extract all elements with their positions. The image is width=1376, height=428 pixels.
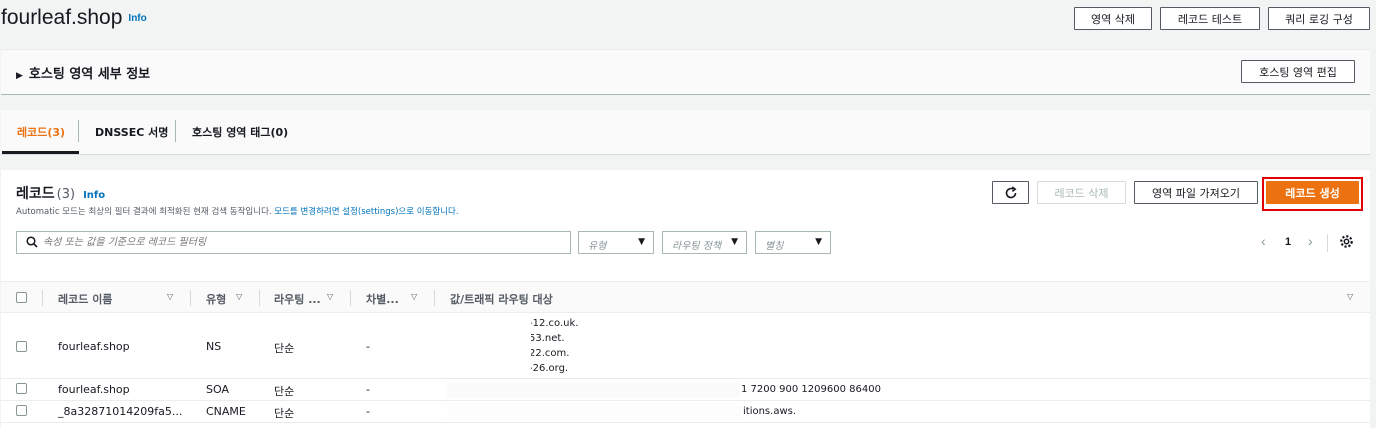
column-header-routing[interactable]: 라우팅 ...	[274, 291, 321, 307]
records-description: Automatic 모드는 최상의 필터 결과에 최적화된 현재 검색 동작입니…	[16, 205, 459, 217]
record-differentiator: -	[366, 405, 370, 418]
records-count: (3)	[56, 187, 76, 202]
record-value-line: 1 7200 900 1209600 86400	[741, 384, 881, 395]
row-checkbox[interactable]	[16, 383, 27, 394]
hosted-zone-details-panel: ▶ 호스팅 영역 세부 정보 호스팅 영역 편집	[1, 49, 1370, 95]
caret-down-icon: ▼	[731, 237, 738, 247]
chevron-right-icon[interactable]: ›	[1308, 233, 1313, 249]
column-divider	[259, 290, 260, 306]
record-routing: 단순	[274, 342, 295, 355]
column-divider	[190, 290, 191, 306]
page-title: fourleaf.shop Info	[1, 6, 147, 30]
routing-policy-filter-select[interactable]: 라우팅 정책 ▼	[662, 231, 747, 254]
records-panel: 레코드 (3) Info Automatic 모드는 최상의 필터 결과에 최적화된…	[1, 170, 1370, 428]
record-value-line: -12.co.uk.	[529, 318, 579, 329]
description-text: Automatic 모드는 최상의 필터 결과에 최적화된 현재 검색 동작입니…	[16, 207, 275, 217]
record-filter-search	[16, 231, 571, 254]
tab-bar: 레코드(3) DNSSEC 서명 호스팅 영역 태그(0)	[1, 110, 1370, 155]
column-header-name[interactable]: 레코드 이름	[58, 291, 112, 307]
routing-filter-label: 라우팅 정책	[672, 241, 722, 252]
page-header: fourleaf.shop Info 영역 삭제 레코드 테스트 쿼리 로깅 구성	[0, 0, 1376, 40]
table-header: 레코드 이름 ▽ 유형 ▽ 라우팅 ... ▽ 차별... ▽ 값/트래픽 라우…	[1, 281, 1370, 313]
sort-caret-icon[interactable]: ▽	[236, 292, 242, 301]
column-divider	[350, 290, 351, 306]
table-row[interactable]: fourleaf.shop NS 단순 - -12.co.uk. 53.net.…	[1, 314, 1370, 379]
alias-filter-select[interactable]: 별칭 ▼	[755, 231, 831, 254]
column-header-type[interactable]: 유형	[206, 291, 226, 307]
sort-caret-icon[interactable]: ▽	[167, 292, 173, 301]
caret-down-icon: ▼	[638, 237, 645, 247]
tab-active-indicator	[2, 151, 79, 154]
tab-tags[interactable]: 호스팅 영역 태그(0)	[192, 124, 288, 140]
tab-divider	[175, 120, 176, 142]
settings-icon[interactable]	[1339, 234, 1354, 249]
record-type: SOA	[206, 383, 229, 396]
query-logging-button[interactable]: 쿼리 로깅 구성	[1268, 7, 1370, 30]
record-value-line: -26.org.	[529, 363, 569, 374]
record-name: _8a32871014209fa5...	[58, 405, 183, 418]
records-heading: 레코드 (3) Info	[16, 183, 105, 203]
alias-filter-label: 별칭	[765, 241, 784, 252]
record-routing: 단순	[274, 407, 295, 420]
select-all-checkbox[interactable]	[16, 292, 27, 303]
edit-hosted-zone-button[interactable]: 호스팅 영역 편집	[1241, 60, 1355, 83]
info-link[interactable]: Info	[128, 13, 146, 24]
tab-divider	[78, 120, 79, 142]
sort-caret-icon[interactable]: ▽	[327, 292, 333, 301]
sort-caret-icon[interactable]: ▽	[1347, 292, 1353, 301]
chevron-left-icon[interactable]: ‹	[1261, 233, 1266, 249]
page-number[interactable]: 1	[1285, 236, 1291, 248]
column-header-differentiator[interactable]: 차별...	[366, 291, 399, 307]
type-filter-label: 유형	[588, 241, 607, 252]
record-differentiator: -	[366, 383, 370, 396]
refresh-button[interactable]	[992, 181, 1029, 204]
record-type: NS	[206, 340, 222, 353]
search-input[interactable]	[43, 234, 563, 251]
caret-down-icon: ▼	[815, 237, 822, 247]
tab-dnssec[interactable]: DNSSEC 서명	[95, 124, 168, 140]
sort-caret-icon[interactable]: ▽	[411, 292, 417, 301]
zone-name: fourleaf.shop	[1, 6, 123, 29]
column-divider	[434, 290, 435, 306]
delete-zone-button[interactable]: 영역 삭제	[1074, 7, 1152, 30]
redaction-block	[447, 404, 742, 420]
import-zone-file-button[interactable]: 영역 파일 가져오기	[1134, 181, 1258, 204]
refresh-icon	[1005, 185, 1017, 198]
record-value-line: itions.aws.	[743, 406, 797, 417]
table-row[interactable]: _8a32871014209fa5... CNAME 단순 - itions.a…	[1, 401, 1370, 423]
records-info-link[interactable]: Info	[83, 190, 105, 201]
record-value-line: 22.com.	[529, 348, 570, 359]
pager-divider	[1327, 234, 1328, 252]
delete-record-button[interactable]: 레코드 삭제	[1037, 181, 1126, 204]
type-filter-select[interactable]: 유형 ▼	[578, 231, 654, 254]
expand-triangle-icon: ▶	[16, 71, 23, 81]
tab-records[interactable]: 레코드(3)	[17, 124, 65, 140]
redaction-block	[450, 316, 531, 376]
settings-link[interactable]: 모드를 변경하려면 설정(settings)으로 이동합니다.	[274, 207, 458, 217]
record-routing: 단순	[274, 385, 295, 398]
redaction-block	[447, 382, 740, 398]
column-divider	[42, 290, 43, 306]
record-type: CNAME	[206, 405, 246, 418]
record-differentiator: -	[366, 340, 370, 353]
row-checkbox[interactable]	[16, 405, 27, 416]
table-row[interactable]: fourleaf.shop SOA 단순 - 1 7200 900 120960…	[1, 379, 1370, 401]
records-title: 레코드	[16, 186, 55, 202]
create-record-button[interactable]: 레코드 생성	[1266, 181, 1359, 204]
record-name: fourleaf.shop	[58, 340, 130, 353]
test-record-button[interactable]: 레코드 테스트	[1160, 7, 1260, 30]
details-toggle[interactable]: ▶ 호스팅 영역 세부 정보	[16, 63, 150, 82]
row-checkbox[interactable]	[16, 341, 27, 352]
record-value-line: 53.net.	[529, 333, 565, 344]
column-header-value[interactable]: 값/트래픽 라우팅 대상	[450, 291, 553, 307]
search-icon	[26, 235, 38, 249]
details-title: 호스팅 영역 세부 정보	[28, 67, 151, 82]
record-name: fourleaf.shop	[58, 383, 130, 396]
